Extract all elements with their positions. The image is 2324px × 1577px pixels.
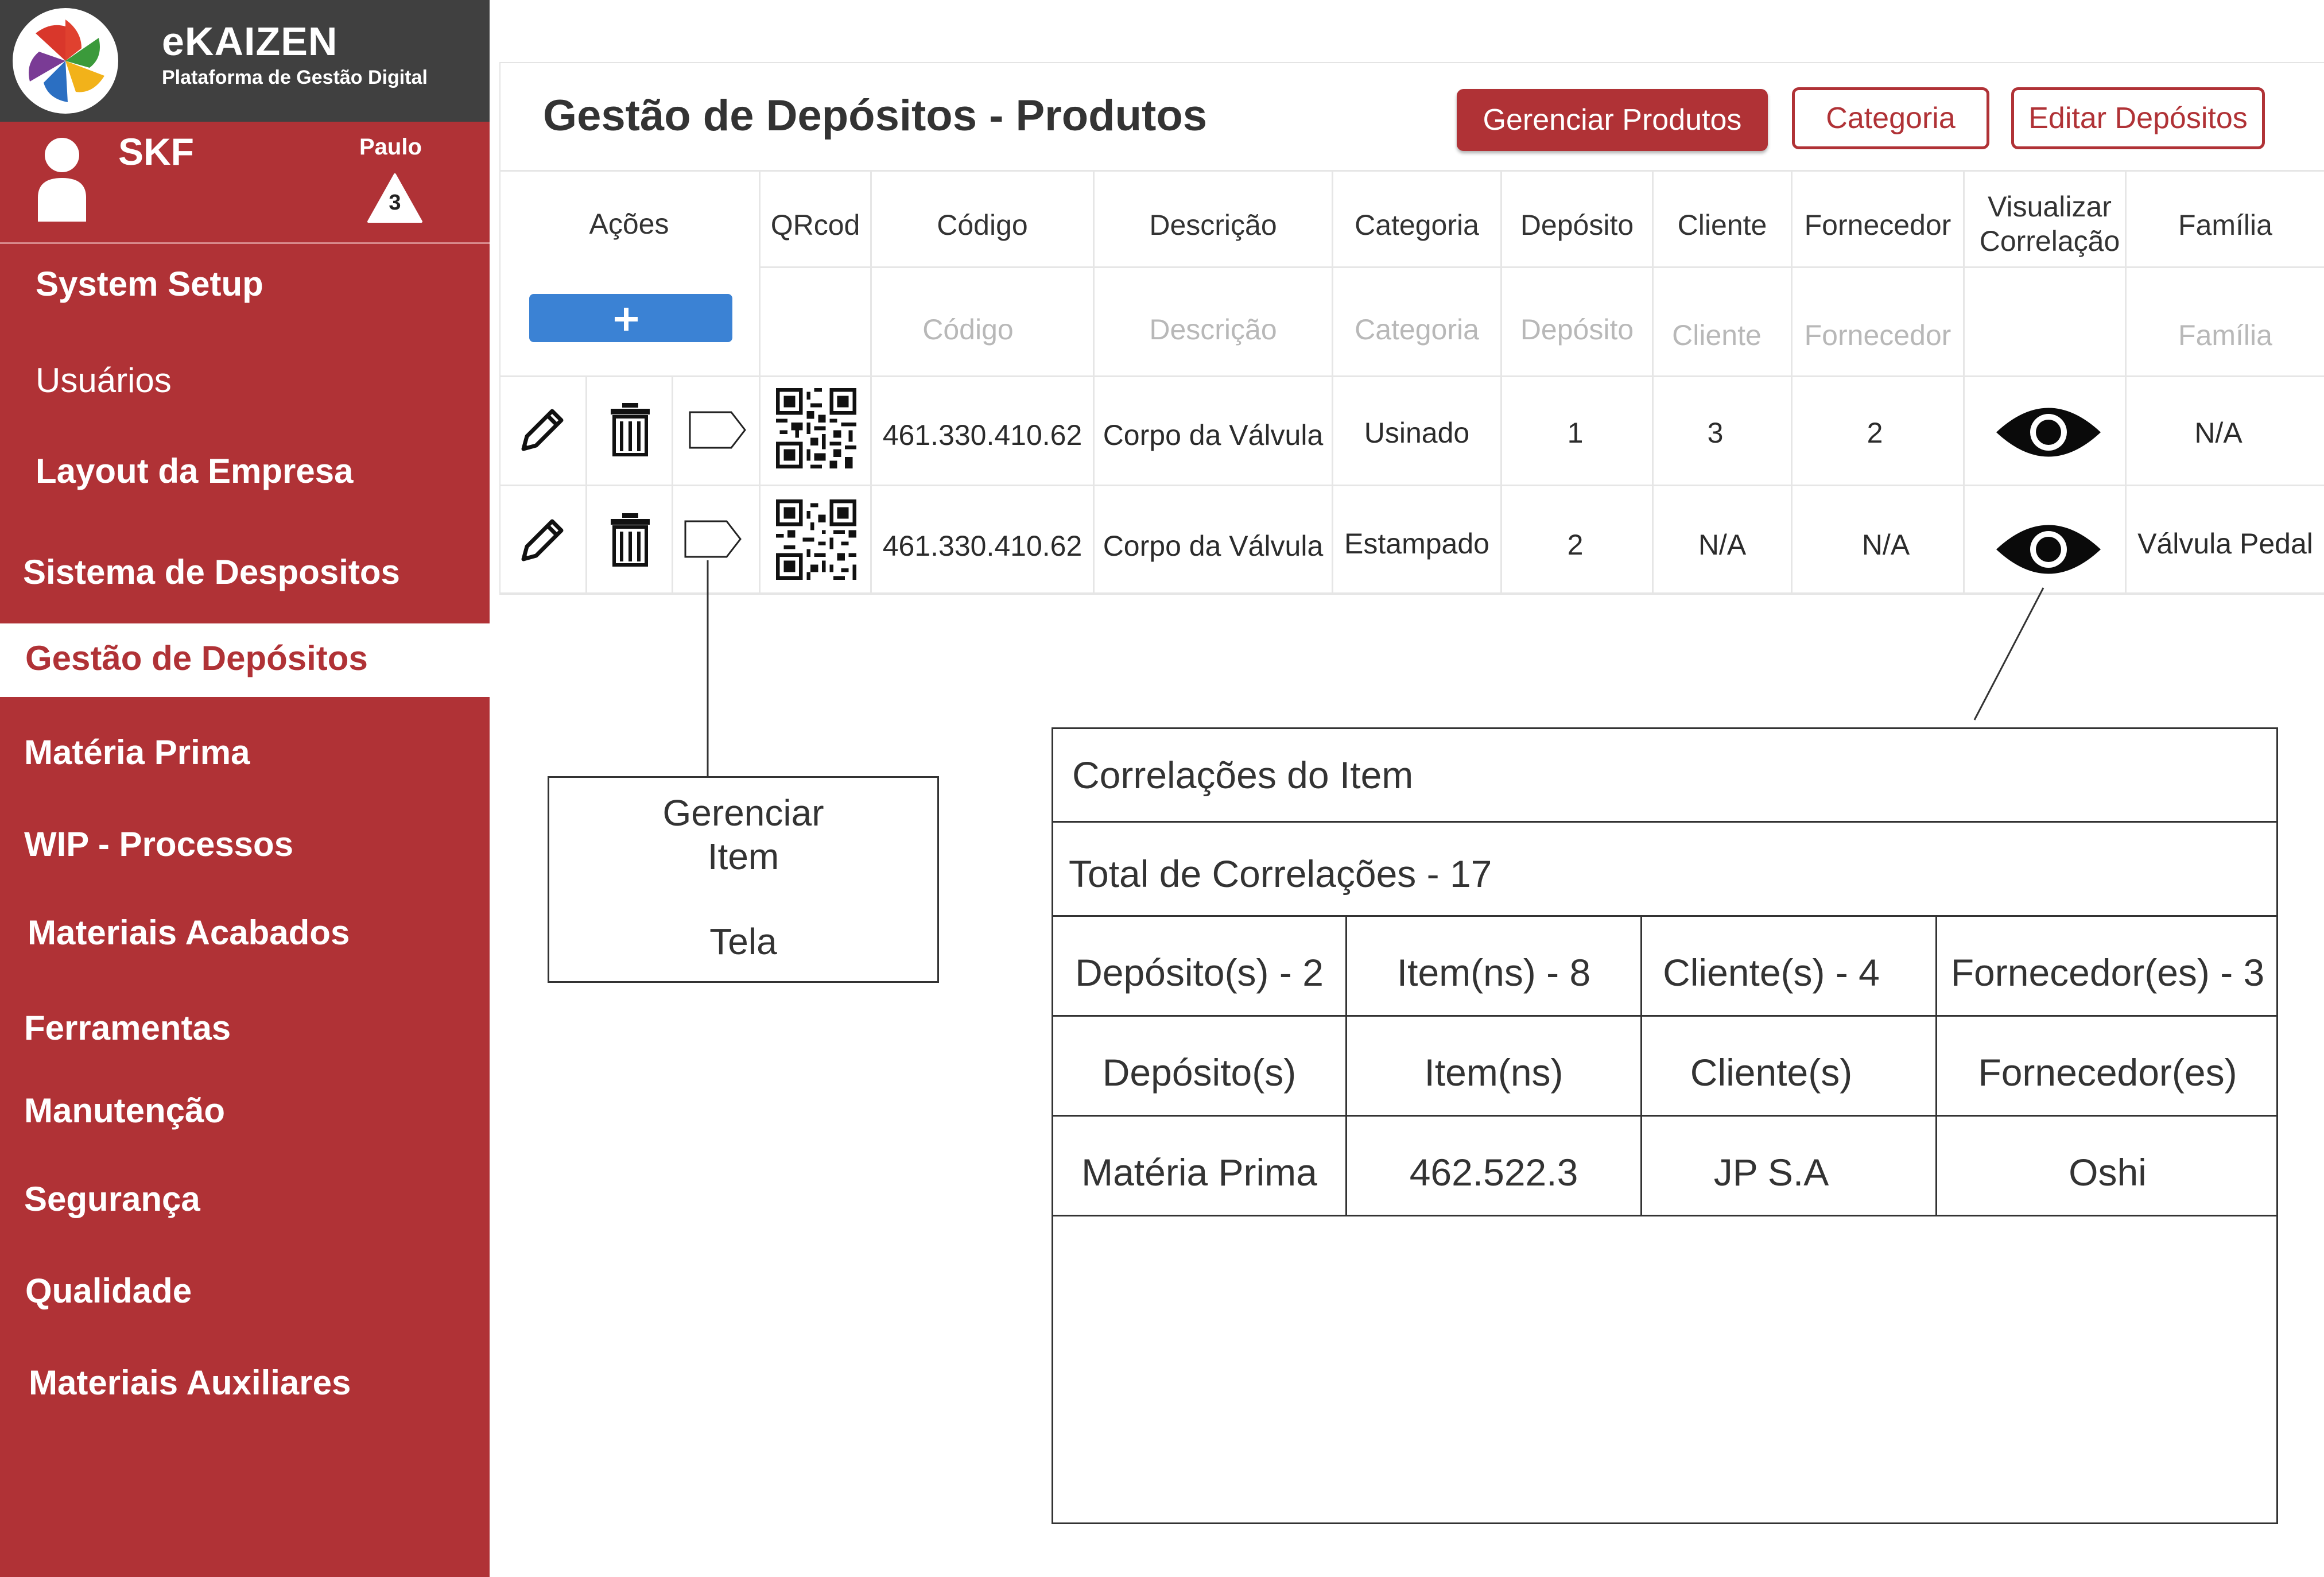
correlations-total: Total de Correlações - 17 xyxy=(1069,853,1492,895)
value-cliente: JP S.A xyxy=(1713,1151,1829,1194)
count-itens: Item(ns) - 8 xyxy=(1396,951,1591,994)
correlations-panel xyxy=(1052,727,2278,1524)
count-clientes: Cliente(s) - 4 xyxy=(1663,951,1880,994)
correlations-divider xyxy=(1052,821,2278,823)
note-line: Gerenciar xyxy=(662,792,824,834)
value-fornecedor: Oshi xyxy=(2069,1151,2147,1194)
value-item: 462.522.3 xyxy=(1409,1151,1578,1194)
correlations-divider xyxy=(1052,1115,2278,1117)
value-deposito: Matéria Prima xyxy=(1081,1151,1317,1194)
correlations-divider xyxy=(1052,1015,2278,1017)
note-line: Item xyxy=(707,836,779,877)
col-fornecedores: Fornecedor(es) xyxy=(1978,1051,2237,1094)
count-depositos: Depósito(s) - 2 xyxy=(1075,951,1324,994)
correlations-divider xyxy=(1052,915,2278,917)
correlations-title: Correlações do Item xyxy=(1072,754,1414,796)
correlations-divider xyxy=(1052,1215,2278,1216)
note-line: Tela xyxy=(709,921,777,962)
manage-item-note: Gerenciar Item Tela xyxy=(548,776,939,983)
col-itens: Item(ns) xyxy=(1424,1051,1563,1094)
col-depositos: Depósito(s) xyxy=(1102,1051,1297,1094)
count-fornecedores: Fornecedor(es) - 3 xyxy=(1950,951,2265,994)
col-clientes: Cliente(s) xyxy=(1690,1051,1853,1094)
